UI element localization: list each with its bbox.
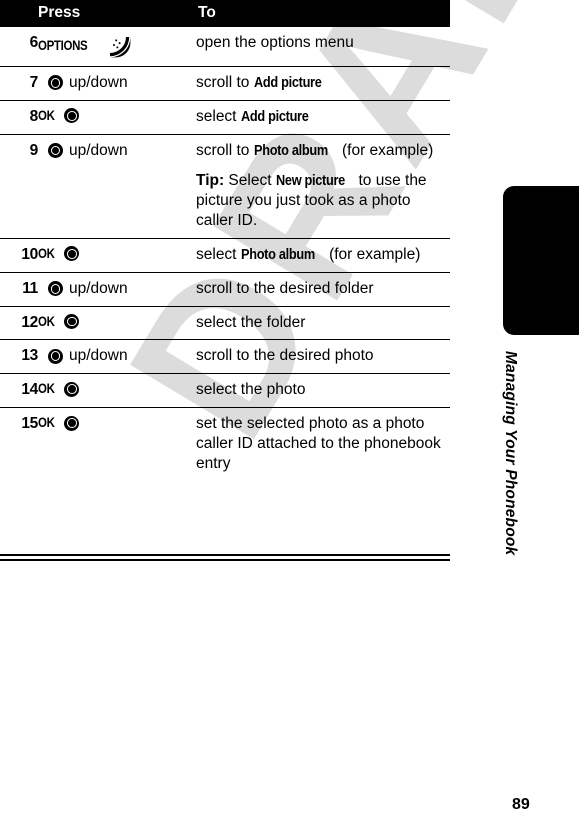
description-cell: select Add picture xyxy=(196,99,450,135)
table-body: 6 OPTIONS open the options menu 7 up/dow… xyxy=(0,26,450,481)
description-suffix: (for example) xyxy=(337,141,434,159)
options-softkey-icon xyxy=(107,34,133,60)
menu-term: New picture xyxy=(275,173,345,190)
table-header: Press To xyxy=(0,0,450,27)
step-number: 11 xyxy=(0,271,38,307)
step-number: 9 xyxy=(0,133,38,239)
press-cell: OPTIONS xyxy=(38,26,196,67)
table-row: 10 OK select Photo album (for example) xyxy=(0,237,450,273)
nav-key-icon xyxy=(48,281,63,297)
description-text: scroll to the desired folder xyxy=(196,279,374,297)
press-cell: up/down xyxy=(38,66,196,101)
step-number: 10 xyxy=(0,237,38,273)
rule-line-lower xyxy=(0,559,450,561)
description-cell: select Photo album (for example) xyxy=(196,237,450,273)
description-cell: select the photo xyxy=(196,373,450,408)
step-number: 14 xyxy=(0,373,38,408)
chapter-thumb-tab xyxy=(503,186,579,335)
nav-key-icon xyxy=(48,75,63,91)
table-row: 14 OK select the photo xyxy=(0,373,450,408)
table-row: 12 OK select the folder xyxy=(0,305,450,340)
description-text: scroll to Photo album (for example) xyxy=(196,141,450,161)
nav-key-label: up/down xyxy=(69,74,128,91)
press-cell: up/down xyxy=(38,133,196,239)
softkey-label: OK xyxy=(38,244,55,261)
description-prefix: select xyxy=(196,245,241,263)
description-text: select Photo album (for example) xyxy=(196,245,450,265)
description-cell: scroll to the desired photo xyxy=(196,339,450,374)
steps-table: Press To 6 OPTIONS open the options menu… xyxy=(0,0,450,481)
table-row: 9 up/down scroll to Photo album (for exa… xyxy=(0,133,450,239)
table-header-row: Press To xyxy=(0,0,450,27)
softkey-label: OK xyxy=(38,414,55,431)
page-content: Press To 6 OPTIONS open the options menu… xyxy=(0,0,579,816)
description-prefix: scroll to xyxy=(196,141,254,159)
description-cell: scroll to Add picture xyxy=(196,66,450,101)
nav-key-icon xyxy=(48,143,63,159)
page-number: 89 xyxy=(512,796,530,813)
table-row: 13 up/down scroll to the desired photo xyxy=(0,339,450,374)
step-number: 7 xyxy=(0,66,38,101)
tip-prefix: Select xyxy=(224,172,276,190)
nav-key-icon xyxy=(64,108,80,124)
nav-key-icon xyxy=(64,314,80,330)
nav-key-icon xyxy=(64,381,80,397)
description-prefix: scroll to xyxy=(196,74,254,91)
table-row: 15 OK set the selected photo as a photo … xyxy=(0,407,450,481)
description-text: open the options menu xyxy=(196,34,354,51)
press-cell: OK xyxy=(38,305,196,340)
rule-line-upper xyxy=(0,554,450,556)
step-number: 8 xyxy=(0,99,38,135)
column-header-press: Press xyxy=(38,0,196,27)
description-cell: scroll to the desired folder xyxy=(196,271,450,307)
column-header-to: To xyxy=(196,0,450,27)
nav-key-icon xyxy=(48,348,63,364)
press-cell: up/down xyxy=(38,271,196,307)
menu-term: Add picture xyxy=(253,75,322,91)
press-cell: up/down xyxy=(38,339,196,374)
softkey-label: OK xyxy=(38,106,55,123)
step-number: 12 xyxy=(0,305,38,340)
tip-lead: Tip: xyxy=(196,172,225,190)
step-number: 13 xyxy=(0,339,38,374)
nav-key-icon xyxy=(64,246,80,262)
softkey-label: OK xyxy=(38,380,55,397)
softkey-label: OK xyxy=(38,312,55,329)
description-text: set the selected photo as a photo caller… xyxy=(196,415,441,472)
description-text: scroll to the desired photo xyxy=(196,347,374,365)
description-text: select the folder xyxy=(196,313,306,331)
description-text: select Add picture xyxy=(196,107,450,127)
description-cell: select the folder xyxy=(196,305,450,340)
table-row: 6 OPTIONS open the options menu xyxy=(0,26,450,67)
press-cell: OK xyxy=(38,373,196,408)
chapter-title: Managing Your Phonebook xyxy=(502,351,519,556)
description-cell: open the options menu xyxy=(196,26,450,67)
description-cell: set the selected photo as a photo caller… xyxy=(196,407,450,481)
nav-key-label: up/down xyxy=(69,141,128,159)
press-cell: OK xyxy=(38,237,196,273)
description-cell: scroll to Photo album (for example) Tip:… xyxy=(196,133,450,239)
press-cell: OK xyxy=(38,99,196,135)
press-cell: OK xyxy=(38,407,196,481)
table-row: 11 up/down scroll to the desired folder xyxy=(0,271,450,307)
menu-term: Photo album xyxy=(240,246,315,263)
table-row: 8 OK select Add picture xyxy=(0,99,450,135)
menu-term: Photo album xyxy=(253,142,328,159)
description-text: select the photo xyxy=(196,381,306,399)
nav-key-icon xyxy=(64,415,80,431)
description-prefix: select xyxy=(196,107,241,125)
step-number: 6 xyxy=(0,26,38,67)
step-number: 15 xyxy=(0,407,38,481)
tip-text: Tip: Select New picture to use the pictu… xyxy=(196,171,450,230)
table-bottom-double-rule xyxy=(0,554,450,561)
description-text: scroll to Add picture xyxy=(196,73,450,93)
menu-term: Add picture xyxy=(240,108,309,125)
description-suffix: (for example) xyxy=(324,245,421,263)
column-header-number xyxy=(0,0,38,27)
nav-key-label: up/down xyxy=(69,347,128,365)
nav-key-label: up/down xyxy=(69,279,128,297)
softkey-label: OPTIONS xyxy=(38,37,88,54)
table-row: 7 up/down scroll to Add picture xyxy=(0,66,450,101)
